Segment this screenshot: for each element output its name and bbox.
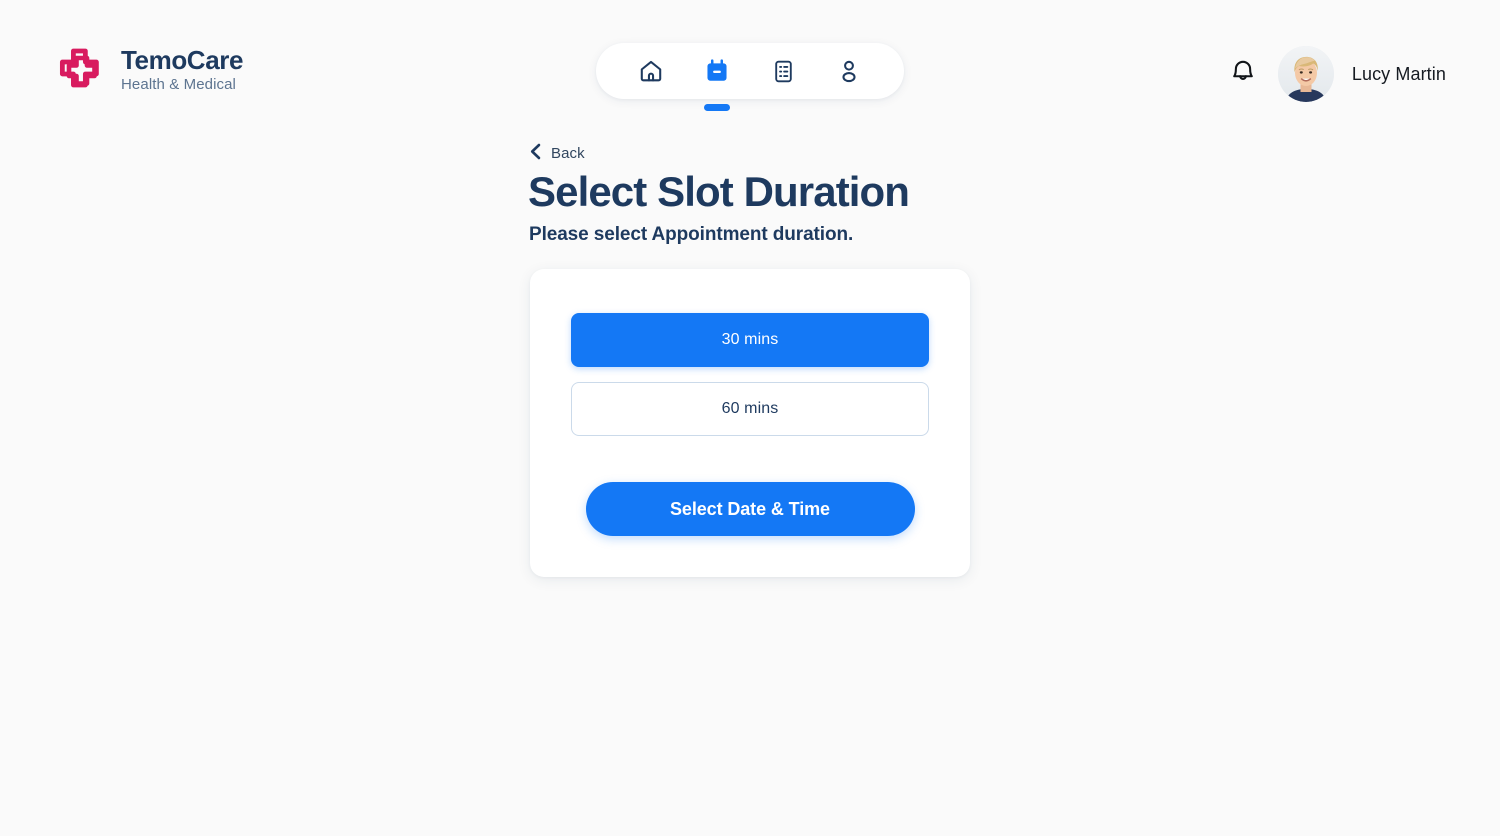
cta-container: Select Date & Time (530, 482, 970, 536)
duration-option-30[interactable]: 30 mins (571, 313, 929, 367)
user-area: Lucy Martin (1226, 46, 1446, 102)
chevron-left-icon (529, 143, 542, 163)
duration-option-list: 30 mins 60 mins (530, 313, 970, 436)
main-navigation (596, 43, 904, 111)
notifications-button[interactable] (1226, 57, 1260, 91)
nav-item-appointments[interactable] (694, 43, 740, 111)
nav-item-home[interactable] (628, 43, 674, 99)
brand-logo[interactable]: TemoCare Health & Medical (52, 42, 243, 98)
avatar[interactable] (1277, 46, 1334, 102)
app-header: TemoCare Health & Medical Lucy Martin (0, 0, 1500, 142)
page-title: Select Slot Duration (528, 168, 910, 215)
user-name: Lucy Martin (1351, 63, 1446, 84)
select-date-time-button[interactable]: Select Date & Time (585, 482, 915, 536)
back-label: Back (551, 144, 585, 162)
records-list-icon (771, 59, 796, 84)
slot-duration-card: 30 mins 60 mins Select Date & Time (530, 269, 970, 577)
back-button[interactable]: Back (529, 143, 585, 163)
person-icon (836, 58, 862, 84)
active-nav-indicator (704, 104, 730, 111)
bell-icon (1230, 59, 1256, 90)
page-subtitle: Please select Appointment duration. (529, 224, 854, 245)
nav-item-profile[interactable] (826, 43, 872, 99)
duration-option-60[interactable]: 60 mins (571, 382, 929, 436)
brand-name: TemoCare (121, 44, 244, 75)
calendar-icon (704, 58, 730, 84)
home-icon (638, 58, 664, 84)
medical-cross-icon (52, 42, 108, 98)
brand-tagline: Health & Medical (121, 76, 236, 94)
nav-item-records[interactable] (760, 43, 806, 99)
